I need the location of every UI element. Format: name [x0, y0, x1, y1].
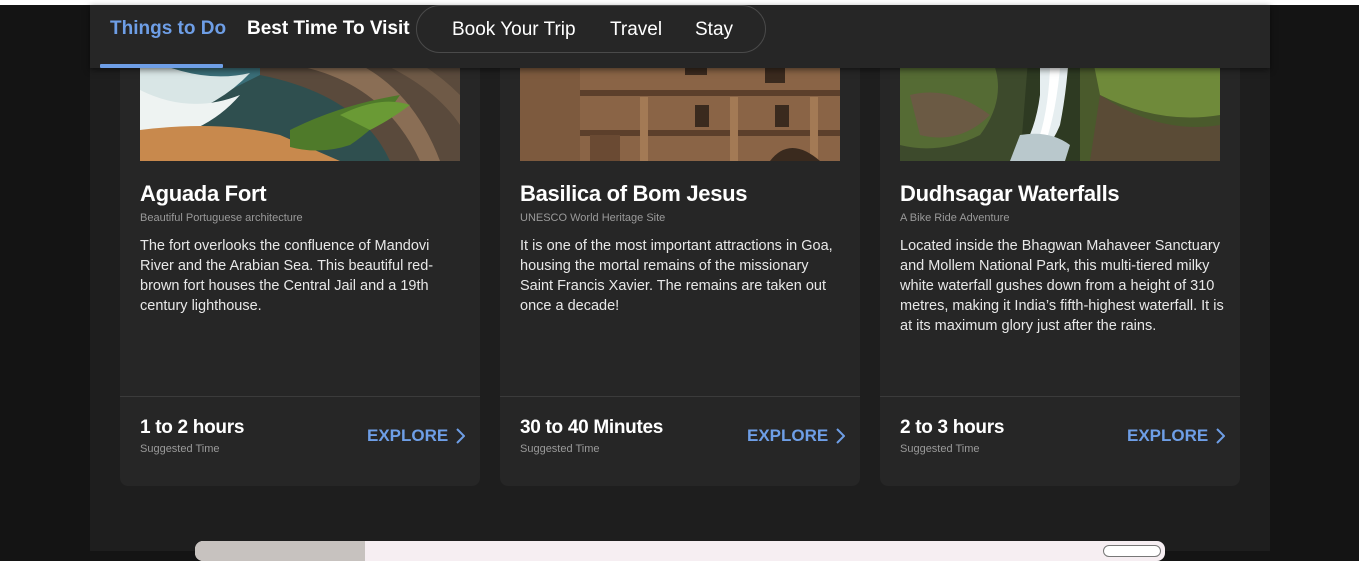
- active-tab-indicator: [100, 64, 223, 68]
- card-subtitle: Beautiful Portuguese architecture: [140, 212, 303, 224]
- explore-button[interactable]: EXPLORE: [747, 425, 845, 447]
- card-title: Dudhsagar Waterfalls: [900, 181, 1120, 206]
- attraction-card-dudhsagar: Dudhsagar Waterfalls A Bike Ride Adventu…: [880, 35, 1240, 486]
- preview-image: [195, 541, 365, 561]
- card-subtitle: UNESCO World Heritage Site: [520, 212, 666, 224]
- explore-label: EXPLORE: [747, 426, 829, 445]
- tab-stay[interactable]: Stay: [695, 6, 733, 54]
- content-panel: Aguada Fort Beautiful Portuguese archite…: [90, 5, 1270, 551]
- suggested-time-label: Suggested Time: [520, 443, 600, 455]
- explore-label: EXPLORE: [1127, 426, 1209, 445]
- booking-tab-group: Book Your Trip Travel Stay: [416, 5, 766, 53]
- tab-travel[interactable]: Travel: [610, 6, 662, 54]
- preview-chip[interactable]: [1103, 545, 1161, 557]
- explore-button[interactable]: EXPLORE: [367, 425, 465, 447]
- card-divider: [500, 396, 860, 397]
- card-title: Basilica of Bom Jesus: [520, 181, 748, 206]
- suggested-time-value: 30 to 40 Minutes: [520, 417, 664, 438]
- explore-button[interactable]: EXPLORE: [1127, 425, 1225, 447]
- card-subtitle: A Bike Ride Adventure: [900, 212, 1010, 224]
- tab-things-to-do[interactable]: Things to Do: [110, 5, 226, 68]
- suggested-time-value: 1 to 2 hours: [140, 417, 245, 438]
- card-title: Aguada Fort: [140, 181, 267, 206]
- suggested-time-label: Suggested Time: [140, 443, 220, 455]
- section-nav-bar: Things to Do Best Time To Visit Book You…: [90, 5, 1270, 68]
- tab-best-time-to-visit[interactable]: Best Time To Visit: [247, 5, 410, 68]
- card-description: It is one of the most important attracti…: [520, 238, 833, 314]
- next-section-preview: [195, 541, 1165, 561]
- suggested-time-label: Suggested Time: [900, 443, 980, 455]
- card-description: The fort overlooks the confluence of Man…: [140, 238, 434, 314]
- attraction-card-aguada-fort: Aguada Fort Beautiful Portuguese archite…: [120, 35, 480, 486]
- chevron-right-icon: [1216, 428, 1225, 444]
- attraction-card-basilica: Basilica of Bom Jesus UNESCO World Herit…: [500, 35, 860, 486]
- explore-label: EXPLORE: [367, 426, 449, 445]
- chevron-right-icon: [836, 428, 845, 444]
- card-description: Located inside the Bhagwan Mahaveer Sanc…: [900, 238, 1224, 334]
- card-divider: [120, 396, 480, 397]
- suggested-time-value: 2 to 3 hours: [900, 417, 1005, 438]
- chevron-right-icon: [456, 428, 465, 444]
- tab-book-your-trip[interactable]: Book Your Trip: [452, 6, 576, 54]
- card-divider: [880, 396, 1240, 397]
